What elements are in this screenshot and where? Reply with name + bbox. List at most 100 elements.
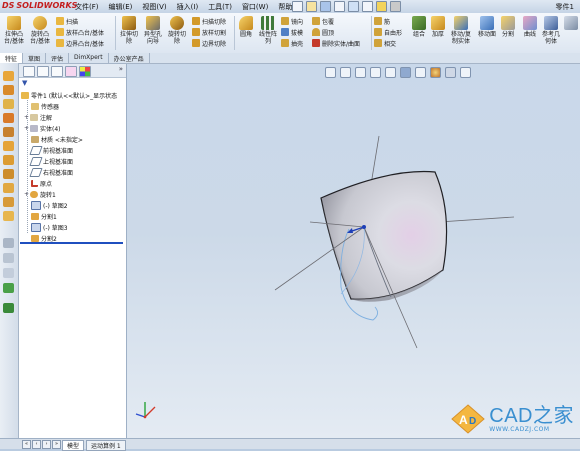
chamfer-shortcut-icon[interactable] (3, 155, 14, 165)
menu-file[interactable]: 文件(F) (70, 2, 104, 12)
tree-node-split1[interactable]: 分割1 (31, 212, 57, 221)
tree-node-origin[interactable]: 原点 (31, 179, 52, 188)
new-icon[interactable] (292, 1, 303, 12)
menu-tools[interactable]: 工具(T) (203, 2, 237, 12)
model-view (135, 135, 515, 419)
move-copy-button[interactable]: 移动/复制实体 (449, 16, 473, 45)
wrap-shortcut-icon[interactable] (3, 211, 14, 221)
model-tab[interactable]: 模型 (62, 440, 85, 451)
extrude-shortcut-icon[interactable] (3, 71, 14, 81)
tab-office-products[interactable]: 办公室产品 (109, 53, 150, 63)
loft-shortcut-icon[interactable] (3, 113, 14, 123)
dome-button[interactable]: 圆顶 (312, 27, 334, 37)
display-manager-tab-icon[interactable] (79, 66, 91, 77)
curves-button[interactable]: 曲线 (518, 16, 542, 38)
rollback-bar[interactable] (20, 242, 123, 244)
swept-cut-button[interactable]: 扫描切除 (192, 16, 226, 26)
sweep-button[interactable]: 扫描 (56, 16, 78, 26)
tree-node-part[interactable]: 零件1 (默认<<默认>_显示状态 (21, 91, 117, 100)
sketch-icon (31, 223, 41, 232)
tab-features[interactable]: 特征 (0, 53, 24, 63)
print-icon[interactable] (334, 1, 345, 12)
revolve-boss-button[interactable]: 旋转凸台/基体 (28, 16, 52, 45)
pattern-shortcut-icon[interactable] (3, 283, 14, 293)
property-manager-tab-icon[interactable] (37, 66, 49, 77)
menu-window[interactable]: 窗口(W) (237, 2, 273, 12)
intersect-icon (374, 39, 382, 47)
move-face-button[interactable]: 移动面 (476, 16, 498, 38)
select-icon[interactable] (362, 1, 373, 12)
draft-button[interactable]: 镜向 (281, 16, 303, 26)
menu-edit[interactable]: 编辑(E) (104, 2, 138, 12)
thicken-button[interactable]: 加厚 (429, 16, 447, 38)
tab-dimxpert[interactable]: DimXpert (69, 53, 109, 63)
save-icon[interactable] (320, 1, 331, 12)
tree-node-front-plane[interactable]: 前视基准面 (29, 146, 74, 155)
boundary-boss-button[interactable]: 边界凸台/基体 (56, 38, 104, 48)
tab-evaluate[interactable]: 评估 (46, 53, 70, 63)
fillet-shortcut-icon[interactable] (3, 141, 14, 151)
configuration-tab-icon[interactable] (51, 66, 63, 77)
fillet-button[interactable]: 圆角 (237, 16, 255, 38)
linear-pattern-button[interactable]: 线性阵列 (257, 16, 279, 45)
sweep-shortcut-icon[interactable] (3, 99, 14, 109)
swept-cut-label: 扫描切除 (202, 18, 227, 26)
lofted-cut-button[interactable]: 放样切割 (192, 27, 226, 37)
feature-manager-panel: » ▼ 零件1 (默认<<默认>_显示状态 传感器 + 注解 + 实体(4) 材… (19, 64, 127, 438)
expand-toggle[interactable]: + (24, 114, 29, 121)
revolve-cut-button[interactable]: 旋转切除 (166, 16, 188, 45)
tree-node-material[interactable]: 材质 <未指定> (31, 135, 83, 144)
tree-node-top-plane[interactable]: 上视基准面 (29, 157, 73, 166)
tree-node-sketch2[interactable]: (-) 草图2 (31, 201, 68, 210)
hole-wizard-button[interactable]: 异型孔向导 (142, 16, 164, 45)
axis-shortcut-icon[interactable] (3, 268, 14, 278)
tree-node-solid-bodies[interactable]: + 实体(4) (24, 124, 61, 133)
intersect-button[interactable]: 相交 (374, 38, 396, 48)
tree-node-right-plane[interactable]: 右视基准面 (29, 168, 73, 177)
revolve-shortcut-icon[interactable] (3, 85, 14, 95)
draft-tool-button[interactable]: 拔模 (281, 27, 303, 37)
rebuild-icon[interactable] (376, 1, 387, 12)
wrap-button[interactable]: 包覆 (312, 16, 334, 26)
funnel-icon[interactable]: ▼ (22, 79, 27, 87)
shell-button[interactable]: 抽壳 (281, 38, 303, 48)
tree-node-sensors[interactable]: 传感器 (31, 102, 59, 111)
combine-button[interactable]: 组合 (410, 16, 428, 38)
expand-toggle[interactable]: + (24, 125, 29, 132)
rib-button[interactable]: 筋 (374, 16, 390, 26)
feature-tree-tab-icon[interactable] (23, 66, 35, 77)
tree-node-annotations[interactable]: + 注解 (24, 113, 52, 122)
shell-shortcut-icon[interactable] (3, 169, 14, 179)
menu-view[interactable]: 视图(V) (137, 2, 171, 12)
draft-shortcut-icon[interactable] (3, 197, 14, 207)
options-icon[interactable] (390, 1, 401, 12)
cut-shortcut-icon[interactable] (3, 127, 14, 137)
delete-body-button[interactable]: 删除实体/曲面 (312, 38, 360, 48)
expand-toggle[interactable]: + (24, 191, 29, 198)
loft-boss-button[interactable]: 放样凸台/基体 (56, 27, 104, 37)
dimxpert-tab-icon[interactable] (65, 66, 77, 77)
plane-shortcut-icon[interactable] (3, 253, 14, 263)
instant3d-button[interactable] (563, 16, 579, 31)
tree-node-revolve[interactable]: + 旋转1 (24, 190, 56, 199)
menu-insert[interactable]: 插入(I) (172, 2, 204, 12)
rib-shortcut-icon[interactable] (3, 183, 14, 193)
front-plane-label: 前视基准面 (43, 148, 74, 155)
expand-panel-icon[interactable]: » (119, 65, 123, 73)
reference-geometry-button[interactable]: 参考几何体 (540, 16, 562, 45)
graphics-area[interactable]: A D CAD之家 WWW.CADZJ.COM (127, 64, 580, 438)
split-button[interactable]: 分割 (500, 16, 516, 38)
extrude-cut-button[interactable]: 拉伸切除 (118, 16, 140, 45)
sketch-shortcut-icon[interactable] (3, 238, 14, 248)
tab-sketch[interactable]: 草图 (23, 53, 47, 63)
tree-node-sketch3[interactable]: (-) 草图3 (31, 223, 68, 232)
undo-icon[interactable] (348, 1, 359, 12)
motion-study-tab[interactable]: 运动算例 1 (86, 440, 126, 451)
curve-shortcut-icon[interactable] (3, 303, 14, 313)
open-icon[interactable] (306, 1, 317, 12)
dome-label: 圆顶 (322, 29, 335, 37)
freeform-button[interactable]: 自由形 (374, 27, 402, 37)
extrude-boss-button[interactable]: 拉伸凸台/基体 (2, 16, 26, 45)
swept-cut-icon (192, 17, 200, 25)
boundary-cut-button[interactable]: 边界切除 (192, 38, 226, 48)
